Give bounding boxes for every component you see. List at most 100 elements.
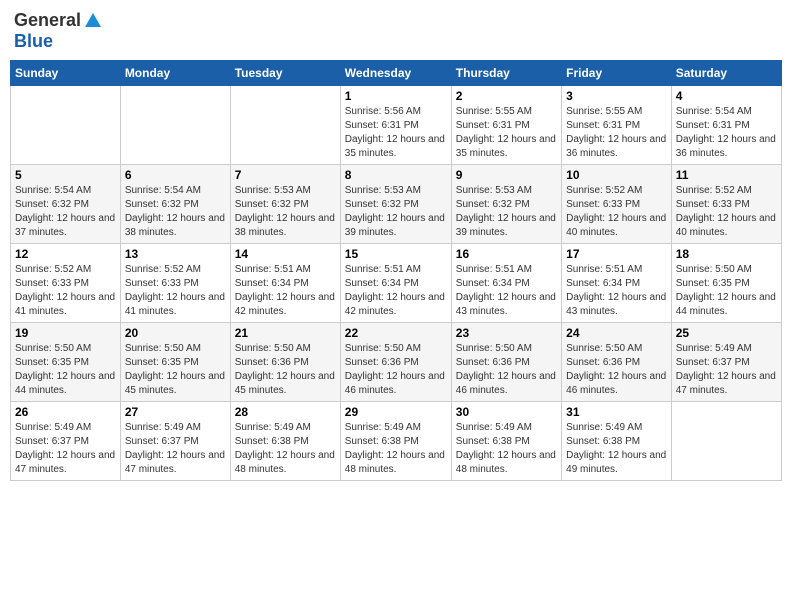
day-number: 13 [125, 247, 226, 261]
day-number: 24 [566, 326, 667, 340]
calendar-week-row: 19 Sunrise: 5:50 AMSunset: 6:35 PMDayligh… [11, 323, 782, 402]
calendar-week-row: 26 Sunrise: 5:49 AMSunset: 6:37 PMDayligh… [11, 402, 782, 481]
day-number: 17 [566, 247, 667, 261]
day-info: Sunrise: 5:51 AMSunset: 6:34 PMDaylight:… [235, 263, 336, 319]
day-number: 25 [676, 326, 777, 340]
calendar-header-row: SundayMondayTuesdayWednesdayThursdayFrid… [11, 61, 782, 86]
logo-triangle-icon [83, 11, 103, 31]
day-number: 28 [235, 405, 336, 419]
logo-blue: Blue [14, 31, 53, 51]
day-info: Sunrise: 5:50 AMSunset: 6:35 PMDaylight:… [676, 263, 777, 319]
day-number: 30 [456, 405, 557, 419]
day-number: 22 [345, 326, 447, 340]
calendar-day-cell: 24 Sunrise: 5:50 AMSunset: 6:36 PMDayligh… [562, 323, 672, 402]
day-of-week-header: Tuesday [230, 61, 340, 86]
calendar-day-cell: 29 Sunrise: 5:49 AMSunset: 6:38 PMDayligh… [340, 402, 451, 481]
day-info: Sunrise: 5:55 AMSunset: 6:31 PMDaylight:… [566, 105, 667, 161]
day-info: Sunrise: 5:51 AMSunset: 6:34 PMDaylight:… [345, 263, 447, 319]
calendar-day-cell [671, 402, 781, 481]
day-of-week-header: Monday [120, 61, 230, 86]
logo: General Blue [14, 10, 103, 52]
calendar-day-cell: 10 Sunrise: 5:52 AMSunset: 6:33 PMDayligh… [562, 165, 672, 244]
day-info: Sunrise: 5:50 AMSunset: 6:35 PMDaylight:… [15, 342, 116, 398]
calendar-day-cell: 26 Sunrise: 5:49 AMSunset: 6:37 PMDayligh… [11, 402, 121, 481]
day-info: Sunrise: 5:51 AMSunset: 6:34 PMDaylight:… [566, 263, 667, 319]
day-info: Sunrise: 5:49 AMSunset: 6:38 PMDaylight:… [566, 421, 667, 477]
day-number: 31 [566, 405, 667, 419]
calendar-day-cell: 19 Sunrise: 5:50 AMSunset: 6:35 PMDayligh… [11, 323, 121, 402]
day-number: 3 [566, 89, 667, 103]
calendar-day-cell: 9 Sunrise: 5:53 AMSunset: 6:32 PMDaylight… [451, 165, 561, 244]
day-number: 16 [456, 247, 557, 261]
day-info: Sunrise: 5:49 AMSunset: 6:37 PMDaylight:… [125, 421, 226, 477]
day-info: Sunrise: 5:53 AMSunset: 6:32 PMDaylight:… [456, 184, 557, 240]
logo-general: General [14, 10, 81, 31]
day-number: 21 [235, 326, 336, 340]
day-number: 9 [456, 168, 557, 182]
day-number: 23 [456, 326, 557, 340]
day-info: Sunrise: 5:50 AMSunset: 6:36 PMDaylight:… [566, 342, 667, 398]
day-number: 4 [676, 89, 777, 103]
calendar-table: SundayMondayTuesdayWednesdayThursdayFrid… [10, 60, 782, 481]
day-number: 18 [676, 247, 777, 261]
day-of-week-header: Saturday [671, 61, 781, 86]
day-number: 15 [345, 247, 447, 261]
day-number: 2 [456, 89, 557, 103]
calendar-day-cell: 1Sunrise: 5:56 AMSunset: 6:31 PMDaylight… [340, 86, 451, 165]
calendar-day-cell: 11Sunrise: 5:52 AMSunset: 6:33 PMDayligh… [671, 165, 781, 244]
day-number: 27 [125, 405, 226, 419]
calendar-week-row: 5Sunrise: 5:54 AMSunset: 6:32 PMDaylight… [11, 165, 782, 244]
day-info: Sunrise: 5:52 AMSunset: 6:33 PMDaylight:… [15, 263, 116, 319]
day-info: Sunrise: 5:53 AMSunset: 6:32 PMDaylight:… [345, 184, 447, 240]
day-info: Sunrise: 5:54 AMSunset: 6:32 PMDaylight:… [15, 184, 116, 240]
calendar-day-cell: 6Sunrise: 5:54 AMSunset: 6:32 PMDaylight… [120, 165, 230, 244]
day-number: 7 [235, 168, 336, 182]
day-info: Sunrise: 5:52 AMSunset: 6:33 PMDaylight:… [566, 184, 667, 240]
day-info: Sunrise: 5:53 AMSunset: 6:32 PMDaylight:… [235, 184, 336, 240]
calendar-day-cell [230, 86, 340, 165]
day-of-week-header: Thursday [451, 61, 561, 86]
calendar-day-cell: 30 Sunrise: 5:49 AMSunset: 6:38 PMDayligh… [451, 402, 561, 481]
day-info: Sunrise: 5:54 AMSunset: 6:31 PMDaylight:… [676, 105, 777, 161]
day-info: Sunrise: 5:49 AMSunset: 6:38 PMDaylight:… [235, 421, 336, 477]
day-number: 10 [566, 168, 667, 182]
calendar-day-cell: 20 Sunrise: 5:50 AMSunset: 6:35 PMDayligh… [120, 323, 230, 402]
calendar-day-cell: 28 Sunrise: 5:49 AMSunset: 6:38 PMDayligh… [230, 402, 340, 481]
day-info: Sunrise: 5:50 AMSunset: 6:35 PMDaylight:… [125, 342, 226, 398]
calendar-day-cell [11, 86, 121, 165]
calendar-day-cell: 27 Sunrise: 5:49 AMSunset: 6:37 PMDayligh… [120, 402, 230, 481]
calendar-day-cell: 23Sunrise: 5:50 AMSunset: 6:36 PMDayligh… [451, 323, 561, 402]
calendar-day-cell: 12Sunrise: 5:52 AMSunset: 6:33 PMDayligh… [11, 244, 121, 323]
day-info: Sunrise: 5:52 AMSunset: 6:33 PMDaylight:… [125, 263, 226, 319]
day-info: Sunrise: 5:49 AMSunset: 6:37 PMDaylight:… [676, 342, 777, 398]
day-number: 19 [15, 326, 116, 340]
day-info: Sunrise: 5:49 AMSunset: 6:38 PMDaylight:… [345, 421, 447, 477]
day-info: Sunrise: 5:52 AMSunset: 6:33 PMDaylight:… [676, 184, 777, 240]
day-of-week-header: Wednesday [340, 61, 451, 86]
day-info: Sunrise: 5:51 AMSunset: 6:34 PMDaylight:… [456, 263, 557, 319]
day-number: 26 [15, 405, 116, 419]
calendar-day-cell: 8 Sunrise: 5:53 AMSunset: 6:32 PMDaylight… [340, 165, 451, 244]
calendar-day-cell: 7 Sunrise: 5:53 AMSunset: 6:32 PMDaylight… [230, 165, 340, 244]
calendar-day-cell: 5Sunrise: 5:54 AMSunset: 6:32 PMDaylight… [11, 165, 121, 244]
day-of-week-header: Friday [562, 61, 672, 86]
calendar-day-cell: 2Sunrise: 5:55 AMSunset: 6:31 PMDaylight… [451, 86, 561, 165]
calendar-day-cell: 25 Sunrise: 5:49 AMSunset: 6:37 PMDayligh… [671, 323, 781, 402]
day-number: 1 [345, 89, 447, 103]
day-info: Sunrise: 5:49 AMSunset: 6:37 PMDaylight:… [15, 421, 116, 477]
day-info: Sunrise: 5:50 AMSunset: 6:36 PMDaylight:… [345, 342, 447, 398]
calendar-week-row: 12Sunrise: 5:52 AMSunset: 6:33 PMDayligh… [11, 244, 782, 323]
calendar-day-cell: 17 Sunrise: 5:51 AMSunset: 6:34 PMDayligh… [562, 244, 672, 323]
day-number: 8 [345, 168, 447, 182]
calendar-day-cell: 14Sunrise: 5:51 AMSunset: 6:34 PMDayligh… [230, 244, 340, 323]
calendar-day-cell: 22 Sunrise: 5:50 AMSunset: 6:36 PMDayligh… [340, 323, 451, 402]
day-number: 20 [125, 326, 226, 340]
calendar-day-cell: 16 Sunrise: 5:51 AMSunset: 6:34 PMDayligh… [451, 244, 561, 323]
day-info: Sunrise: 5:49 AMSunset: 6:38 PMDaylight:… [456, 421, 557, 477]
calendar-week-row: 1Sunrise: 5:56 AMSunset: 6:31 PMDaylight… [11, 86, 782, 165]
day-number: 6 [125, 168, 226, 182]
calendar-day-cell: 3 Sunrise: 5:55 AMSunset: 6:31 PMDaylight… [562, 86, 672, 165]
day-number: 29 [345, 405, 447, 419]
day-of-week-header: Sunday [11, 61, 121, 86]
calendar-day-cell: 13 Sunrise: 5:52 AMSunset: 6:33 PMDayligh… [120, 244, 230, 323]
